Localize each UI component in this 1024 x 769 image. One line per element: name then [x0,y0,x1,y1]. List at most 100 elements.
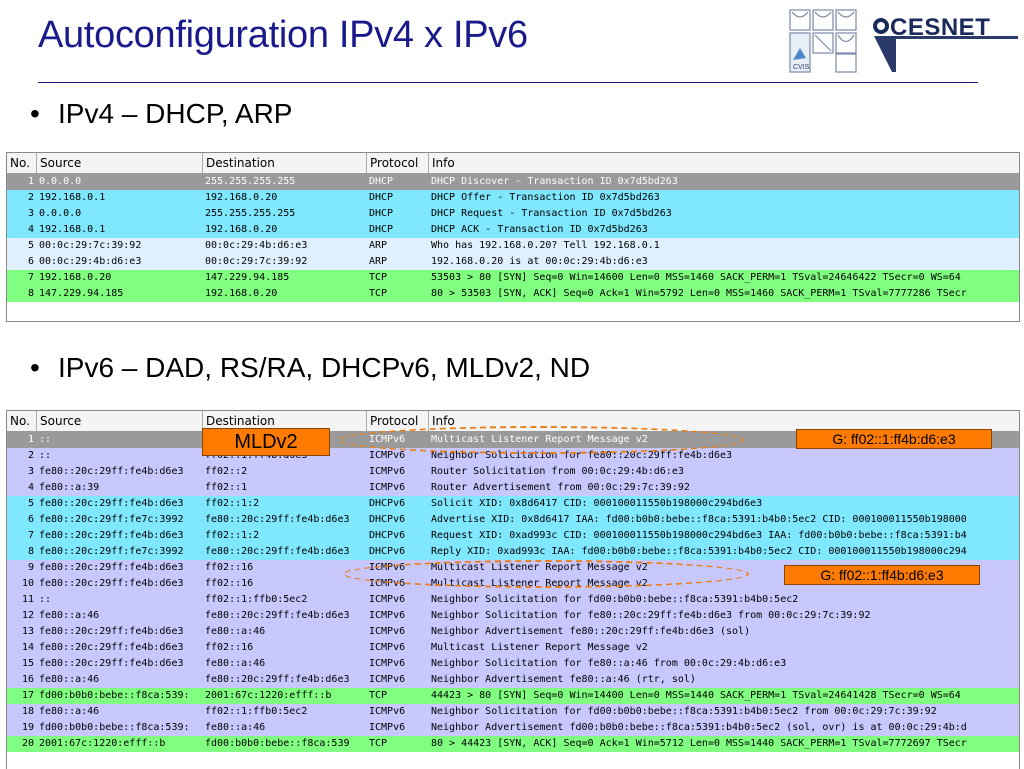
column-header-destination[interactable]: Destination [203,153,367,173]
packet-destination: fd00:b0b0:bebe::f8ca:539 [205,738,350,749]
ipv6-rows: 1::ff02::16ICMPv6Multicast Listener Repo… [7,432,1019,752]
packet-row[interactable]: 17 fd00:b0b0:bebe::f8ca:539: 2001:67c:1220… [7,688,1019,704]
packet-protocol: ICMPv6 [369,626,406,637]
packet-row[interactable]: 8 fe80::20c:29ff:fe7c:3992 fe80::20c:29ff:… [7,544,1019,560]
mldv2-callout: MLDv2 [202,428,330,456]
packet-row[interactable]: 14 fe80::20c:29ff:fe4b:d6e3 ff02::16 ICMPv6… [7,640,1019,656]
packet-source: 192.168.0.20 [39,272,112,283]
packet-protocol: TCP [369,288,388,299]
packet-info: Neighbor Solicitation for fd00:b0b0:bebe… [431,594,799,605]
packet-destination: ff02::1:2 [205,498,260,509]
packet-no: 1 [27,434,34,445]
packet-destination: 192.168.0.20 [205,192,278,203]
packet-no: 2 [27,192,34,203]
packet-info: Neighbor Solicitation for fe80::a:46 fro… [431,658,787,669]
packet-info: Router Solicitation from 00:0c:29:4b:d6:… [431,466,684,477]
packet-source: fe80::a:39 [39,482,100,493]
packet-protocol: ICMPv6 [369,706,406,717]
packet-info: Neighbor Advertisement fe80::a:46 (rtr, … [431,674,696,685]
packet-row[interactable]: 11:: ff02::1:ffb0:5ec2 ICMPv6 Neighbor Soli… [7,592,1019,608]
packet-source: fe80::20c:29ff:fe7c:3992 [39,546,184,557]
packet-info: DHCP Offer - Transaction ID 0x7d5bd263 [431,192,660,203]
packet-no: 9 [27,562,34,573]
packet-no: 13 [21,626,34,637]
packet-info: Router Advertisement from 00:0c:29:7c:39… [431,482,690,493]
packet-no: 3 [27,466,34,477]
packet-row[interactable]: 1 0.0.0.0 255.255.255.255 DHCP DHCP Discover… [7,174,1019,190]
packet-protocol: ICMPv6 [369,674,406,685]
packet-info: 44423 > 80 [SYN] Seq=0 Win=14400 Len=0 M… [431,690,961,701]
ipv4-packet-list[interactable]: No. Source Destination Protocol Info 1 0.… [6,152,1020,322]
packet-no: 7 [27,530,34,541]
packet-destination: 00:0c:29:4b:d6:e3 [205,240,308,251]
packet-source: fd00:b0b0:bebe::f8ca:539: [39,690,190,701]
packet-row[interactable]: 5 fe80::20c:29ff:fe4b:d6e3 ff02::1:2 DHCPv6… [7,496,1019,512]
packet-row[interactable]: 6 00:0c:29:4b:d6:e3 00:0c:29:7c:39:92 ARP 19… [7,254,1019,270]
packet-no: 14 [21,642,34,653]
cesnet-logo-text: CESNET [890,14,991,41]
packet-row[interactable]: 7 fe80::20c:29ff:fe4b:d6e3 ff02::1:2 DHCPv6… [7,528,1019,544]
packet-no: 8 [27,288,34,299]
packet-row[interactable]: 2 192.168.0.1 192.168.0.20 DHCP DHCP Offer -… [7,190,1019,206]
packet-info: Advertise XID: 0x8d6417 IAA: fd00:b0b0:b… [431,514,967,525]
cvis-logo-text: CVIS [793,64,810,71]
slide-title: Autoconfiguration IPv4 x IPv6 [38,14,528,56]
packet-row[interactable]: 13 fe80::20c:29ff:fe4b:d6e3 fe80::a:46 ICMP… [7,624,1019,640]
packet-row[interactable]: 16 fe80::a:46 fe80::20c:29ff:fe4b:d6e3 ICMP… [7,672,1019,688]
packet-source: fe80::20c:29ff:fe4b:d6e3 [39,658,184,669]
cvis-logo: CVIS [788,8,858,74]
packet-protocol: DHCPv6 [369,546,406,557]
packet-source: :: [39,450,52,461]
packet-source: :: [39,434,52,445]
packet-protocol: ICMPv6 [369,482,406,493]
packet-source: fe80::a:46 [39,674,100,685]
column-header-info[interactable]: Info [429,153,1019,173]
bullet-ipv6-text: IPv6 – DAD, RS/RA, DHCPv6, MLDv2, ND [58,352,591,383]
packet-no: 7 [27,272,34,283]
packet-row[interactable]: 4 192.168.0.1 192.168.0.20 DHCP DHCP ACK - T… [7,222,1019,238]
packet-destination: ff02::1:ffb0:5ec2 [205,706,308,717]
packet-row[interactable]: 18 fe80::a:46 ff02::1:ffb0:5ec2 ICMPv6 Neigh… [7,704,1019,720]
packet-no: 4 [27,482,34,493]
column-header-source[interactable]: Source [37,411,203,431]
packet-row[interactable]: 20 2001:67c:1220:efff::b fd00:b0b0:bebe::f… [7,736,1019,752]
packet-no: 5 [27,240,34,251]
packet-protocol: DHCPv6 [369,530,406,541]
packet-destination: 192.168.0.20 [205,224,278,235]
column-header-no[interactable]: No. [7,411,37,431]
packet-row[interactable]: 3 fe80::20c:29ff:fe4b:d6e3 ff02::2 ICMPv6 Ro… [7,464,1019,480]
packet-row[interactable]: 7 192.168.0.20 147.229.94.185 TCP 53503 > 80… [7,270,1019,286]
ipv6-packet-list[interactable]: No. Source Destination Protocol Info 1::… [6,410,1020,769]
packet-source: fe80::20c:29ff:fe4b:d6e3 [39,530,184,541]
packet-source: fe80::a:46 [39,706,100,717]
packet-destination: 255.255.255.255 [205,208,296,219]
packet-protocol: TCP [369,272,388,283]
column-header-no[interactable]: No. [7,153,37,173]
packet-destination: fe80::a:46 [205,626,266,637]
column-header-source[interactable]: Source [37,153,203,173]
packet-no: 5 [27,498,34,509]
bullet-ipv6: • IPv6 – DAD, RS/RA, DHCPv6, MLDv2, ND [30,352,590,384]
packet-destination: 2001:67c:1220:efff::b [205,690,332,701]
packet-row[interactable]: 8 147.229.94.185 192.168.0.20 TCP 80 > 53503… [7,286,1019,302]
packet-row[interactable]: 15 fe80::20c:29ff:fe4b:d6e3 fe80::a:46 ICMP… [7,656,1019,672]
packet-info: DHCP ACK - Transaction ID 0x7d5bd263 [431,224,648,235]
packet-info: Neighbor Solicitation for fd00:b0b0:bebe… [431,706,937,717]
packet-row[interactable]: 12 fe80::a:46 fe80::20c:29ff:fe4b:d6e3 ICMP… [7,608,1019,624]
bullet-dot: • [30,352,40,383]
packet-row[interactable]: 4 fe80::a:39 ff02::1 ICMPv6 Router Advertise… [7,480,1019,496]
packet-source: fe80::20c:29ff:fe4b:d6e3 [39,498,184,509]
packet-source: 00:0c:29:4b:d6:e3 [39,256,142,267]
packet-protocol: ICMPv6 [369,594,406,605]
packet-destination: 255.255.255.255 [205,176,296,187]
packet-row[interactable]: 5 00:0c:29:7c:39:92 00:0c:29:4b:d6:e3 ARP Wh… [7,238,1019,254]
packet-protocol: ARP [369,256,388,267]
packet-row[interactable]: 6 fe80::20c:29ff:fe7c:3992 fe80::20c:29ff:… [7,512,1019,528]
packet-info: Solicit XID: 0x8d6417 CID: 000100011550b… [431,498,763,509]
packet-destination: ff02::16 [205,578,254,589]
packet-row[interactable]: 3 0.0.0.0 255.255.255.255 DHCP DHCP Request … [7,206,1019,222]
packet-row[interactable]: 19 fd00:b0b0:bebe::f8ca:539: fe80::a:46 ICM… [7,720,1019,736]
packet-protocol: TCP [369,738,388,749]
packet-list-header: No. Source Destination Protocol Info [7,153,1019,174]
column-header-protocol[interactable]: Protocol [367,153,429,173]
